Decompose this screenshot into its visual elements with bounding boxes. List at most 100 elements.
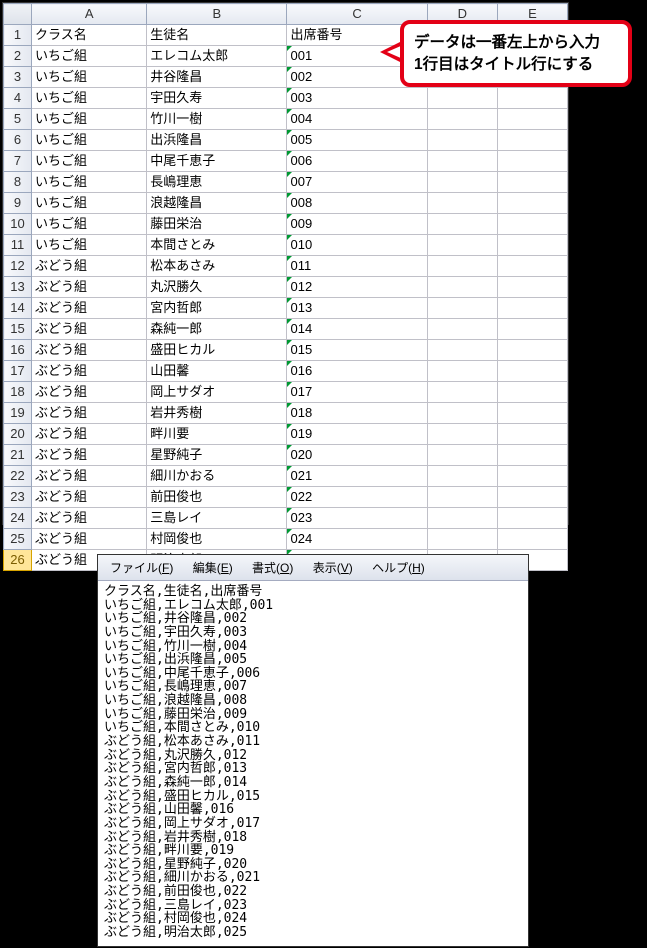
row-header[interactable]: 7 <box>4 151 32 172</box>
row-header[interactable]: 14 <box>4 298 32 319</box>
cell[interactable] <box>427 214 497 235</box>
cell[interactable]: 村岡俊也 <box>147 529 287 550</box>
spreadsheet[interactable]: A B C D E 1クラス名生徒名出席番号2いちご組エレコム太郎0013いちご… <box>3 3 568 571</box>
row-header[interactable]: 11 <box>4 235 32 256</box>
row-header[interactable]: 24 <box>4 508 32 529</box>
editor-content[interactable]: クラス名,生徒名,出席番号 いちご組,エレコム太郎,001 いちご組,井谷隆昌,… <box>98 581 528 944</box>
cell[interactable] <box>427 424 497 445</box>
cell[interactable] <box>427 466 497 487</box>
row-header[interactable]: 6 <box>4 130 32 151</box>
cell[interactable]: 018 <box>287 403 427 424</box>
cell[interactable]: 岩井秀樹 <box>147 403 287 424</box>
menu-file[interactable]: ファイル(F) <box>102 557 181 578</box>
cell[interactable] <box>497 361 567 382</box>
cell[interactable]: 024 <box>287 529 427 550</box>
cell[interactable] <box>427 172 497 193</box>
cell[interactable]: 015 <box>287 340 427 361</box>
row-header[interactable]: 2 <box>4 46 32 67</box>
cell[interactable] <box>497 172 567 193</box>
cell[interactable]: 017 <box>287 382 427 403</box>
cell[interactable] <box>497 256 567 277</box>
row-header[interactable]: 18 <box>4 382 32 403</box>
row-header[interactable]: 23 <box>4 487 32 508</box>
cell[interactable]: 井谷隆昌 <box>147 67 287 88</box>
cell[interactable] <box>427 88 497 109</box>
col-header-B[interactable]: B <box>147 4 287 25</box>
cell[interactable] <box>427 235 497 256</box>
cell[interactable] <box>497 382 567 403</box>
cell[interactable]: 005 <box>287 130 427 151</box>
cell[interactable] <box>497 445 567 466</box>
cell[interactable]: ぶどう組 <box>32 277 147 298</box>
cell[interactable]: 021 <box>287 466 427 487</box>
cell[interactable]: 丸沢勝久 <box>147 277 287 298</box>
row-header[interactable]: 21 <box>4 445 32 466</box>
cell[interactable]: 長嶋理恵 <box>147 172 287 193</box>
cell[interactable]: ぶどう組 <box>32 298 147 319</box>
cell[interactable]: 023 <box>287 508 427 529</box>
cell[interactable]: 003 <box>287 88 427 109</box>
cell[interactable] <box>427 193 497 214</box>
row-header[interactable]: 9 <box>4 193 32 214</box>
cell[interactable] <box>427 445 497 466</box>
cell[interactable] <box>497 298 567 319</box>
cell[interactable]: クラス名 <box>32 25 147 46</box>
cell[interactable]: 宇田久寿 <box>147 88 287 109</box>
cell[interactable]: 012 <box>287 277 427 298</box>
cell[interactable]: いちご組 <box>32 235 147 256</box>
cell[interactable]: ぶどう組 <box>32 340 147 361</box>
cell[interactable]: 011 <box>287 256 427 277</box>
cell[interactable] <box>497 151 567 172</box>
cell[interactable]: いちご組 <box>32 172 147 193</box>
cell[interactable]: 細川かおる <box>147 466 287 487</box>
cell[interactable] <box>497 214 567 235</box>
cell[interactable] <box>427 529 497 550</box>
cell[interactable] <box>427 130 497 151</box>
cell[interactable]: 前田俊也 <box>147 487 287 508</box>
cell[interactable]: ぶどう組 <box>32 319 147 340</box>
cell[interactable] <box>497 193 567 214</box>
cell[interactable]: いちご組 <box>32 130 147 151</box>
cell[interactable]: ぶどう組 <box>32 445 147 466</box>
cell[interactable]: 014 <box>287 319 427 340</box>
cell[interactable] <box>497 277 567 298</box>
cell[interactable] <box>497 487 567 508</box>
menu-format[interactable]: 書式(O) <box>244 557 301 578</box>
cell[interactable]: 007 <box>287 172 427 193</box>
cell[interactable] <box>427 508 497 529</box>
cell[interactable] <box>497 130 567 151</box>
cell[interactable] <box>497 424 567 445</box>
cell[interactable]: 008 <box>287 193 427 214</box>
cell[interactable]: いちご組 <box>32 151 147 172</box>
cell[interactable]: ぶどう組 <box>32 361 147 382</box>
cell[interactable] <box>497 88 567 109</box>
cell[interactable]: 019 <box>287 424 427 445</box>
cell[interactable] <box>427 151 497 172</box>
cell[interactable] <box>497 235 567 256</box>
row-header[interactable]: 10 <box>4 214 32 235</box>
cell[interactable]: 020 <box>287 445 427 466</box>
cell[interactable]: ぶどう組 <box>32 529 147 550</box>
row-header[interactable]: 1 <box>4 25 32 46</box>
cell[interactable]: いちご組 <box>32 88 147 109</box>
cell[interactable]: 006 <box>287 151 427 172</box>
row-header[interactable]: 17 <box>4 361 32 382</box>
cell[interactable]: いちご組 <box>32 193 147 214</box>
cell[interactable] <box>427 256 497 277</box>
row-header[interactable]: 19 <box>4 403 32 424</box>
row-header[interactable]: 22 <box>4 466 32 487</box>
cell[interactable] <box>497 403 567 424</box>
cell[interactable]: いちご組 <box>32 46 147 67</box>
cell[interactable] <box>497 109 567 130</box>
cell[interactable] <box>427 382 497 403</box>
cell[interactable]: 星野純子 <box>147 445 287 466</box>
cell[interactable]: 010 <box>287 235 427 256</box>
cell[interactable] <box>427 340 497 361</box>
cell[interactable]: 岡上サダオ <box>147 382 287 403</box>
cell[interactable]: 出浜隆昌 <box>147 130 287 151</box>
cell[interactable]: 山田馨 <box>147 361 287 382</box>
select-all-corner[interactable] <box>4 4 32 25</box>
cell[interactable]: 藤田栄治 <box>147 214 287 235</box>
row-header[interactable]: 16 <box>4 340 32 361</box>
cell[interactable]: いちご組 <box>32 109 147 130</box>
